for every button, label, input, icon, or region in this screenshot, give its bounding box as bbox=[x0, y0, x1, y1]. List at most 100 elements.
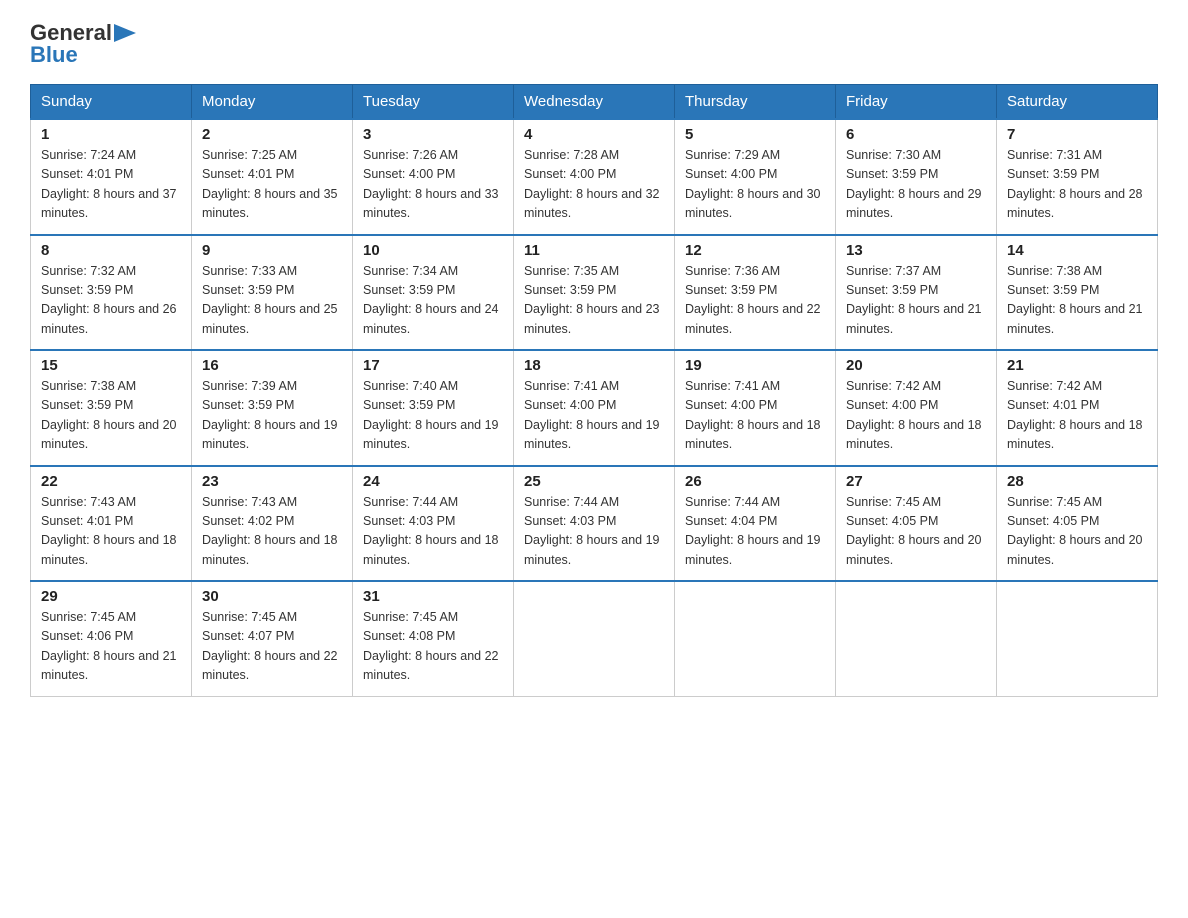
weekday-header-saturday: Saturday bbox=[997, 85, 1158, 120]
day-number: 4 bbox=[524, 126, 664, 143]
day-number: 1 bbox=[41, 126, 181, 143]
day-number: 16 bbox=[202, 357, 342, 374]
logo: General Blue bbox=[30, 20, 136, 68]
day-info: Sunrise: 7:36 AMSunset: 3:59 PMDaylight:… bbox=[685, 262, 825, 340]
calendar-cell: 5 Sunrise: 7:29 AMSunset: 4:00 PMDayligh… bbox=[675, 119, 836, 235]
day-info: Sunrise: 7:41 AMSunset: 4:00 PMDaylight:… bbox=[524, 377, 664, 455]
calendar-cell: 28 Sunrise: 7:45 AMSunset: 4:05 PMDaylig… bbox=[997, 466, 1158, 582]
logo-text-blue: Blue bbox=[30, 42, 78, 68]
day-info: Sunrise: 7:25 AMSunset: 4:01 PMDaylight:… bbox=[202, 146, 342, 224]
day-info: Sunrise: 7:29 AMSunset: 4:00 PMDaylight:… bbox=[685, 146, 825, 224]
calendar-cell: 3 Sunrise: 7:26 AMSunset: 4:00 PMDayligh… bbox=[353, 119, 514, 235]
day-info: Sunrise: 7:44 AMSunset: 4:04 PMDaylight:… bbox=[685, 493, 825, 571]
day-number: 12 bbox=[685, 242, 825, 259]
day-info: Sunrise: 7:44 AMSunset: 4:03 PMDaylight:… bbox=[524, 493, 664, 571]
day-number: 20 bbox=[846, 357, 986, 374]
calendar-cell: 30 Sunrise: 7:45 AMSunset: 4:07 PMDaylig… bbox=[192, 581, 353, 696]
header: General Blue bbox=[30, 20, 1158, 68]
day-number: 11 bbox=[524, 242, 664, 259]
weekday-header-sunday: Sunday bbox=[31, 85, 192, 120]
calendar-cell: 1 Sunrise: 7:24 AMSunset: 4:01 PMDayligh… bbox=[31, 119, 192, 235]
week-row-4: 22 Sunrise: 7:43 AMSunset: 4:01 PMDaylig… bbox=[31, 466, 1158, 582]
calendar-cell: 4 Sunrise: 7:28 AMSunset: 4:00 PMDayligh… bbox=[514, 119, 675, 235]
day-number: 25 bbox=[524, 473, 664, 490]
week-row-2: 8 Sunrise: 7:32 AMSunset: 3:59 PMDayligh… bbox=[31, 235, 1158, 351]
weekday-header-thursday: Thursday bbox=[675, 85, 836, 120]
calendar-cell: 26 Sunrise: 7:44 AMSunset: 4:04 PMDaylig… bbox=[675, 466, 836, 582]
day-info: Sunrise: 7:42 AMSunset: 4:00 PMDaylight:… bbox=[846, 377, 986, 455]
calendar-table: SundayMondayTuesdayWednesdayThursdayFrid… bbox=[30, 84, 1158, 697]
day-number: 27 bbox=[846, 473, 986, 490]
day-info: Sunrise: 7:45 AMSunset: 4:05 PMDaylight:… bbox=[846, 493, 986, 571]
day-info: Sunrise: 7:42 AMSunset: 4:01 PMDaylight:… bbox=[1007, 377, 1147, 455]
day-info: Sunrise: 7:24 AMSunset: 4:01 PMDaylight:… bbox=[41, 146, 181, 224]
calendar-cell bbox=[836, 581, 997, 696]
day-number: 24 bbox=[363, 473, 503, 490]
calendar-cell: 19 Sunrise: 7:41 AMSunset: 4:00 PMDaylig… bbox=[675, 350, 836, 466]
weekday-header-monday: Monday bbox=[192, 85, 353, 120]
calendar-cell bbox=[675, 581, 836, 696]
calendar-cell: 29 Sunrise: 7:45 AMSunset: 4:06 PMDaylig… bbox=[31, 581, 192, 696]
calendar-cell bbox=[997, 581, 1158, 696]
day-info: Sunrise: 7:32 AMSunset: 3:59 PMDaylight:… bbox=[41, 262, 181, 340]
day-number: 9 bbox=[202, 242, 342, 259]
calendar-cell: 6 Sunrise: 7:30 AMSunset: 3:59 PMDayligh… bbox=[836, 119, 997, 235]
day-number: 19 bbox=[685, 357, 825, 374]
day-info: Sunrise: 7:33 AMSunset: 3:59 PMDaylight:… bbox=[202, 262, 342, 340]
calendar-cell: 16 Sunrise: 7:39 AMSunset: 3:59 PMDaylig… bbox=[192, 350, 353, 466]
day-info: Sunrise: 7:43 AMSunset: 4:01 PMDaylight:… bbox=[41, 493, 181, 571]
day-info: Sunrise: 7:39 AMSunset: 3:59 PMDaylight:… bbox=[202, 377, 342, 455]
calendar-cell: 8 Sunrise: 7:32 AMSunset: 3:59 PMDayligh… bbox=[31, 235, 192, 351]
calendar-cell: 23 Sunrise: 7:43 AMSunset: 4:02 PMDaylig… bbox=[192, 466, 353, 582]
week-row-3: 15 Sunrise: 7:38 AMSunset: 3:59 PMDaylig… bbox=[31, 350, 1158, 466]
day-info: Sunrise: 7:45 AMSunset: 4:08 PMDaylight:… bbox=[363, 608, 503, 686]
day-info: Sunrise: 7:26 AMSunset: 4:00 PMDaylight:… bbox=[363, 146, 503, 224]
calendar-cell: 25 Sunrise: 7:44 AMSunset: 4:03 PMDaylig… bbox=[514, 466, 675, 582]
calendar-cell: 20 Sunrise: 7:42 AMSunset: 4:00 PMDaylig… bbox=[836, 350, 997, 466]
day-number: 2 bbox=[202, 126, 342, 143]
day-info: Sunrise: 7:40 AMSunset: 3:59 PMDaylight:… bbox=[363, 377, 503, 455]
day-number: 31 bbox=[363, 588, 503, 605]
calendar-cell: 2 Sunrise: 7:25 AMSunset: 4:01 PMDayligh… bbox=[192, 119, 353, 235]
day-info: Sunrise: 7:30 AMSunset: 3:59 PMDaylight:… bbox=[846, 146, 986, 224]
calendar-cell: 24 Sunrise: 7:44 AMSunset: 4:03 PMDaylig… bbox=[353, 466, 514, 582]
day-number: 10 bbox=[363, 242, 503, 259]
calendar-cell: 7 Sunrise: 7:31 AMSunset: 3:59 PMDayligh… bbox=[997, 119, 1158, 235]
calendar-cell: 31 Sunrise: 7:45 AMSunset: 4:08 PMDaylig… bbox=[353, 581, 514, 696]
week-row-5: 29 Sunrise: 7:45 AMSunset: 4:06 PMDaylig… bbox=[31, 581, 1158, 696]
calendar-cell: 14 Sunrise: 7:38 AMSunset: 3:59 PMDaylig… bbox=[997, 235, 1158, 351]
day-number: 6 bbox=[846, 126, 986, 143]
calendar-cell bbox=[514, 581, 675, 696]
day-number: 26 bbox=[685, 473, 825, 490]
day-info: Sunrise: 7:41 AMSunset: 4:00 PMDaylight:… bbox=[685, 377, 825, 455]
calendar-cell: 18 Sunrise: 7:41 AMSunset: 4:00 PMDaylig… bbox=[514, 350, 675, 466]
day-info: Sunrise: 7:45 AMSunset: 4:06 PMDaylight:… bbox=[41, 608, 181, 686]
day-info: Sunrise: 7:38 AMSunset: 3:59 PMDaylight:… bbox=[41, 377, 181, 455]
calendar-cell: 11 Sunrise: 7:35 AMSunset: 3:59 PMDaylig… bbox=[514, 235, 675, 351]
weekday-header-row: SundayMondayTuesdayWednesdayThursdayFrid… bbox=[31, 85, 1158, 120]
day-number: 8 bbox=[41, 242, 181, 259]
day-number: 7 bbox=[1007, 126, 1147, 143]
calendar-cell: 13 Sunrise: 7:37 AMSunset: 3:59 PMDaylig… bbox=[836, 235, 997, 351]
calendar-cell: 15 Sunrise: 7:38 AMSunset: 3:59 PMDaylig… bbox=[31, 350, 192, 466]
calendar-cell: 27 Sunrise: 7:45 AMSunset: 4:05 PMDaylig… bbox=[836, 466, 997, 582]
calendar-cell: 12 Sunrise: 7:36 AMSunset: 3:59 PMDaylig… bbox=[675, 235, 836, 351]
day-number: 21 bbox=[1007, 357, 1147, 374]
day-info: Sunrise: 7:35 AMSunset: 3:59 PMDaylight:… bbox=[524, 262, 664, 340]
day-number: 5 bbox=[685, 126, 825, 143]
day-number: 18 bbox=[524, 357, 664, 374]
calendar-cell: 9 Sunrise: 7:33 AMSunset: 3:59 PMDayligh… bbox=[192, 235, 353, 351]
weekday-header-wednesday: Wednesday bbox=[514, 85, 675, 120]
day-info: Sunrise: 7:34 AMSunset: 3:59 PMDaylight:… bbox=[363, 262, 503, 340]
day-number: 17 bbox=[363, 357, 503, 374]
day-number: 13 bbox=[846, 242, 986, 259]
calendar-cell: 17 Sunrise: 7:40 AMSunset: 3:59 PMDaylig… bbox=[353, 350, 514, 466]
calendar-cell: 22 Sunrise: 7:43 AMSunset: 4:01 PMDaylig… bbox=[31, 466, 192, 582]
day-number: 14 bbox=[1007, 242, 1147, 259]
day-info: Sunrise: 7:45 AMSunset: 4:07 PMDaylight:… bbox=[202, 608, 342, 686]
day-info: Sunrise: 7:45 AMSunset: 4:05 PMDaylight:… bbox=[1007, 493, 1147, 571]
day-info: Sunrise: 7:38 AMSunset: 3:59 PMDaylight:… bbox=[1007, 262, 1147, 340]
day-number: 30 bbox=[202, 588, 342, 605]
day-number: 28 bbox=[1007, 473, 1147, 490]
day-number: 29 bbox=[41, 588, 181, 605]
